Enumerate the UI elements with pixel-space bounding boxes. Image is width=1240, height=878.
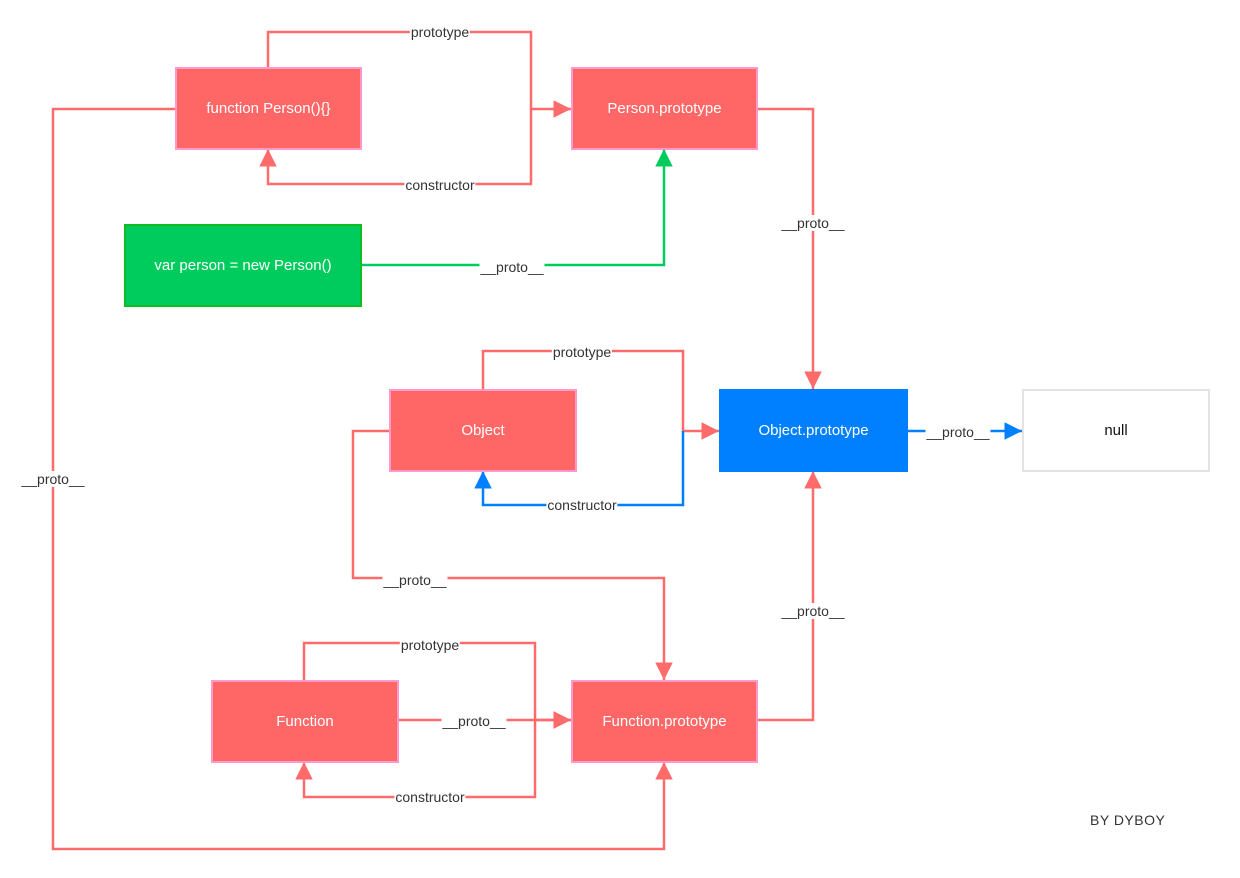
label-person-prototype-proto: __proto__ (780, 215, 846, 231)
prototype-chain-diagram: function Person(){} Person.prototype var… (0, 0, 1240, 878)
signature: BY DYBOY (1090, 812, 1166, 828)
label-function-prototype-proto: __proto__ (780, 603, 846, 619)
node-object: Object (389, 389, 577, 472)
node-function-prototype: Function.prototype (571, 680, 758, 763)
label-instance-proto: __proto__ (479, 259, 545, 275)
node-person-instance: var person = new Person() (124, 224, 362, 307)
label-function-prototype: prototype (399, 637, 461, 653)
label-function-constructor: constructor (394, 789, 466, 805)
label-object-constructor: constructor (546, 497, 618, 513)
edge-person-prototype-proto (757, 107, 822, 389)
label-object-prototype-proto: __proto__ (925, 424, 991, 440)
edge-function-prototype-proto (757, 471, 822, 722)
edge-instance-proto (361, 149, 673, 267)
node-function-person: function Person(){} (175, 67, 362, 150)
label-person-proto: __proto__ (20, 471, 86, 487)
label-object-proto: __proto__ (382, 572, 448, 588)
label-object-prototype: prototype (551, 344, 613, 360)
node-person-prototype: Person.prototype (571, 67, 758, 150)
node-object-prototype: Object.prototype (719, 389, 908, 472)
label-person-constructor: constructor (404, 177, 476, 193)
label-person-prototype: prototype (409, 24, 471, 40)
label-function-proto: __proto__ (441, 713, 507, 729)
node-function: Function (211, 680, 399, 763)
node-null: null (1022, 389, 1210, 472)
